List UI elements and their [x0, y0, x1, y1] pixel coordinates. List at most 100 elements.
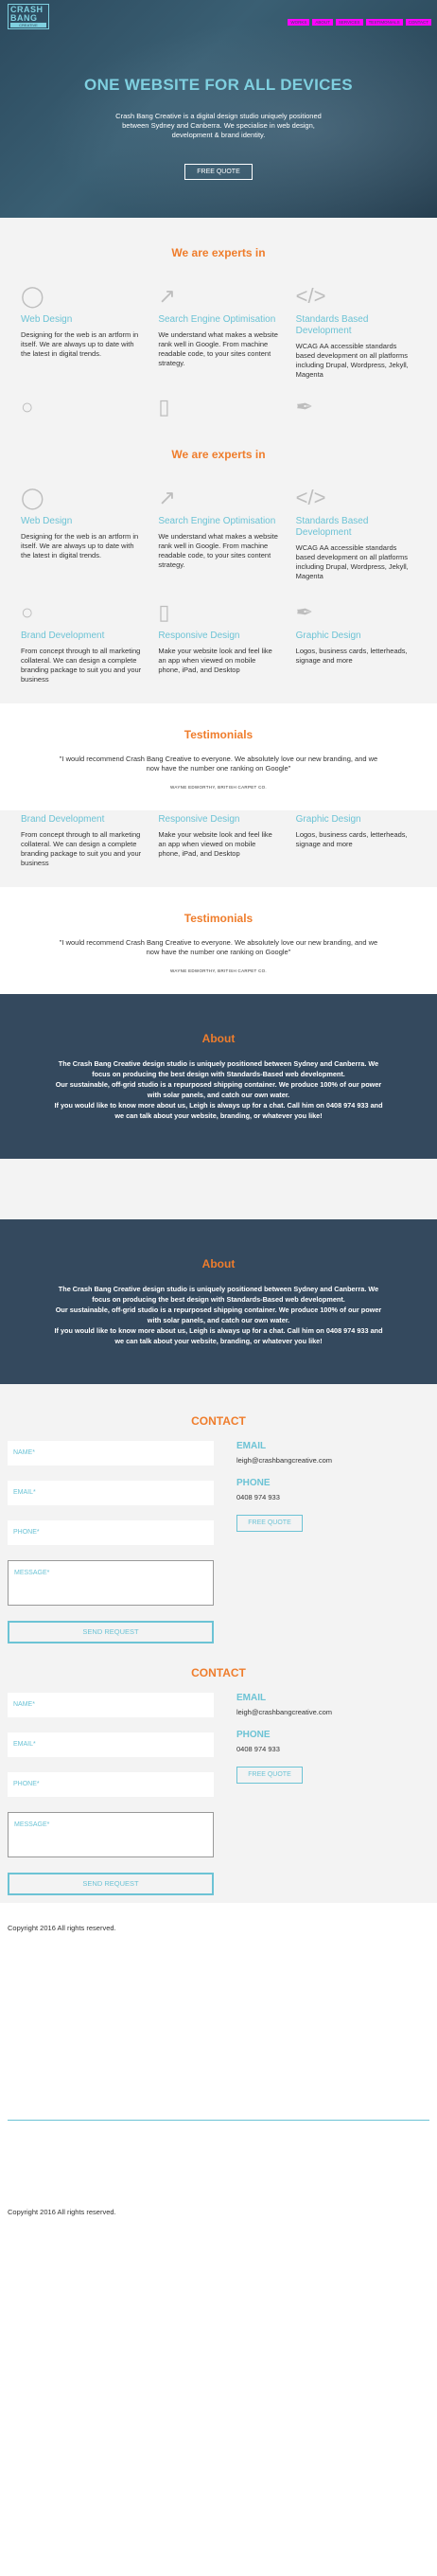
- hero-text: Crash Bang Creative is a digital design …: [115, 112, 322, 139]
- main-nav: WORKS ABOUT SERVICES TESTIMONIALS CONTAC…: [288, 19, 431, 26]
- send-request-button[interactable]: SEND REQUEST: [8, 1873, 214, 1895]
- eyedropper-icon: ✒: [295, 395, 314, 418]
- service-title: Search Engine Optimisation: [158, 516, 276, 526]
- services-grid: Brand Development From concept through t…: [0, 810, 437, 868]
- globe-icon: ◯: [21, 284, 44, 308]
- contact-section-duplicate: CONTACT NAME* EMAIL* PHONE* MESSAGE* SEN…: [0, 1651, 437, 1903]
- globe-icon: ◯: [21, 486, 44, 509]
- nav-works[interactable]: WORKS: [288, 19, 310, 26]
- service-text: We understand what makes a website rank …: [158, 532, 278, 569]
- contact-free-quote-button[interactable]: FREE QUOTE: [236, 1515, 303, 1532]
- email-value[interactable]: leigh@crashbangcreative.com: [236, 1456, 332, 1465]
- logo-sub: CREATIVE: [10, 23, 46, 27]
- service-title: Web Design: [21, 314, 73, 325]
- contact-row: NAME* EMAIL* PHONE* MESSAGE* SEND REQUES…: [8, 1441, 429, 1643]
- name-field[interactable]: NAME*: [8, 1441, 214, 1466]
- service-card-standards: </> Standards Based Development WCAG AA …: [296, 282, 416, 380]
- hero-free-quote-button[interactable]: FREE QUOTE: [184, 164, 253, 180]
- services-grid: ◯ Web Design Designing for the web is an…: [0, 461, 437, 684]
- send-request-button[interactable]: SEND REQUEST: [8, 1621, 214, 1643]
- chart-icon: ↗: [158, 284, 176, 308]
- contact-section: CONTACT NAME* EMAIL* PHONE* MESSAGE* SEN…: [0, 1384, 437, 1651]
- phone-label: PHONE: [236, 1730, 271, 1740]
- service-title: Standards Based Development: [295, 314, 369, 336]
- contact-form: NAME* EMAIL* PHONE* MESSAGE* SEND REQUES…: [8, 1441, 214, 1643]
- nav-services[interactable]: SERVICES: [335, 19, 363, 26]
- experts-section-full: We are experts in ◯ Web Design Designing…: [0, 440, 437, 703]
- testimonials-section-duplicate: Testimonials "I would recommend Crash Ba…: [0, 887, 437, 994]
- nav-contact[interactable]: CONTACT: [405, 19, 431, 26]
- experts-title: We are experts in: [171, 246, 266, 259]
- service-text: Designing for the web is an artform in i…: [21, 532, 139, 560]
- service-card-brand: Brand Development From concept through t…: [21, 810, 141, 868]
- phone-field[interactable]: PHONE*: [8, 1772, 214, 1797]
- message-field[interactable]: MESSAGE*: [8, 1560, 214, 1606]
- email-field[interactable]: EMAIL*: [8, 1481, 214, 1505]
- service-text: WCAG AA accessible standards based devel…: [295, 543, 409, 580]
- contact-title: CONTACT: [191, 1666, 246, 1679]
- mobile-icon: ▯: [158, 395, 170, 418]
- about-paragraph-3: If you would like to know more about us,…: [54, 1326, 383, 1345]
- testimonials-section: Testimonials "I would recommend Crash Ba…: [0, 703, 437, 810]
- testimonial-quote: "I would recommend Crash Bang Creative t…: [59, 755, 378, 773]
- message-field[interactable]: MESSAGE*: [8, 1812, 214, 1857]
- services-icon-row: ○ ▯ ✒: [0, 380, 437, 421]
- service-text: Logos, business cards, letterheads, sign…: [295, 647, 408, 665]
- about-section-duplicate: About The Crash Bang Creative design stu…: [0, 1219, 437, 1384]
- footer: Copyright 2016 All rights reserved.: [0, 1903, 437, 1949]
- service-card-responsive: ▯ Responsive Design Make your website lo…: [158, 598, 278, 684]
- phone-value[interactable]: 0408 974 933: [236, 1745, 332, 1753]
- services-grid: ◯ Web Design Designing for the web is an…: [0, 259, 437, 380]
- service-text: Logos, business cards, letterheads, sign…: [295, 830, 408, 848]
- copyright-text: Copyright 2016 All rights reserved.: [8, 1924, 116, 1932]
- about-paragraph-3: If you would like to know more about us,…: [54, 1101, 383, 1120]
- service-title: Brand Development: [21, 631, 105, 641]
- email-field[interactable]: EMAIL*: [8, 1732, 214, 1757]
- service-card-web-design: ◯ Web Design Designing for the web is an…: [21, 282, 141, 380]
- logo[interactable]: CRASH BANG CREATIVE: [8, 4, 49, 29]
- contact-form: NAME* EMAIL* PHONE* MESSAGE* SEND REQUES…: [8, 1693, 214, 1895]
- contact-row: NAME* EMAIL* PHONE* MESSAGE* SEND REQUES…: [8, 1693, 429, 1895]
- service-text: Make your website look and feel like an …: [158, 647, 272, 674]
- testimonials-title: Testimonials: [184, 912, 253, 925]
- about-paragraph-2: Our sustainable, off-grid studio is a re…: [55, 1080, 382, 1099]
- contact-details: EMAIL leigh@crashbangcreative.com PHONE …: [236, 1441, 332, 1643]
- service-card-seo: ↗ Search Engine Optimisation We understa…: [158, 282, 278, 380]
- experts-title: We are experts in: [171, 448, 266, 461]
- service-card-brand: ○ Brand Development From concept through…: [21, 598, 141, 684]
- phone-value[interactable]: 0408 974 933: [236, 1493, 332, 1501]
- service-text: WCAG AA accessible standards based devel…: [295, 342, 409, 379]
- copyright-text: Copyright 2016 All rights reserved.: [8, 2208, 116, 2216]
- service-title: Graphic Design: [295, 631, 361, 641]
- code-icon: </>: [295, 486, 326, 509]
- service-text: We understand what makes a website rank …: [158, 330, 278, 367]
- service-card-web-design: ◯ Web Design Designing for the web is an…: [21, 484, 141, 581]
- service-text: From concept through to all marketing co…: [21, 830, 142, 867]
- service-card-seo: ↗ Search Engine Optimisation We understa…: [158, 484, 278, 581]
- phone-field[interactable]: PHONE*: [8, 1520, 214, 1545]
- section-gap: [0, 1159, 437, 1219]
- service-title: Search Engine Optimisation: [158, 314, 276, 325]
- eyedropper-icon: ✒: [295, 600, 314, 624]
- nav-about[interactable]: ABOUT: [312, 19, 333, 26]
- contact-free-quote-button[interactable]: FREE QUOTE: [236, 1767, 303, 1784]
- service-title: Standards Based Development: [295, 516, 369, 538]
- testimonial-author: WAYNE EDWORTHY, BRITISH CARPET CO.: [170, 785, 267, 790]
- nav-testimonials[interactable]: TESTIMONIALS: [365, 19, 403, 26]
- about-section: About The Crash Bang Creative design stu…: [0, 994, 437, 1159]
- about-paragraph-1: The Crash Bang Creative design studio is…: [58, 1285, 379, 1304]
- service-title: Graphic Design: [295, 814, 361, 825]
- service-title: Responsive Design: [158, 631, 240, 641]
- email-label: EMAIL: [236, 1693, 267, 1703]
- service-card-responsive: Responsive Design Make your website look…: [158, 810, 278, 868]
- name-field[interactable]: NAME*: [8, 1693, 214, 1717]
- testimonials-title: Testimonials: [184, 728, 253, 741]
- about-paragraph-2: Our sustainable, off-grid studio is a re…: [55, 1306, 382, 1324]
- service-text: Designing for the web is an artform in i…: [21, 330, 139, 358]
- blank-area: [0, 2121, 437, 2187]
- footer-duplicate: Copyright 2016 All rights reserved.: [0, 2187, 437, 2233]
- service-text: Make your website look and feel like an …: [158, 830, 272, 858]
- email-value[interactable]: leigh@crashbangcreative.com: [236, 1708, 332, 1716]
- service-card-graphic: Graphic Design Logos, business cards, le…: [296, 810, 416, 868]
- testimonial-author: WAYNE EDWORTHY, BRITISH CARPET CO.: [170, 968, 267, 973]
